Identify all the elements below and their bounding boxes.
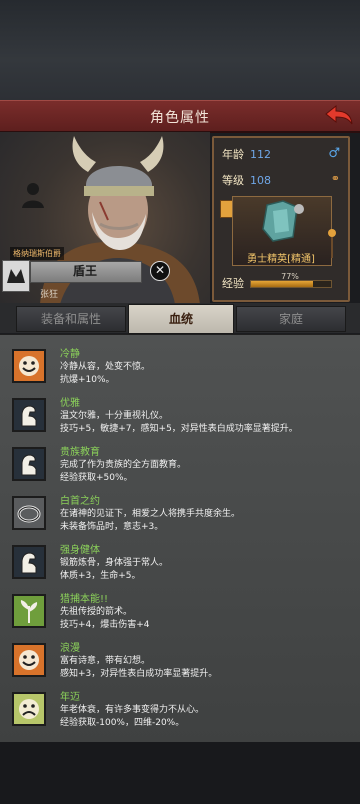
leaf-icon (12, 594, 46, 628)
xp-bar (250, 280, 332, 288)
persona-label: 张狂 (40, 290, 59, 300)
tab-bar: 装备和属性 血统 家庭 (0, 303, 360, 334)
page-title: 角色属性 (150, 110, 210, 126)
trait-row[interactable]: 优雅温文尔雅，十分重视礼仪。技巧+5，敏捷+7，感知+5，对异性表白成功率显著提… (0, 392, 360, 441)
trait-name: 优雅 (60, 398, 80, 409)
tab-bloodline[interactable]: 血统 (128, 304, 234, 334)
class-name: 盾王 (72, 264, 97, 278)
trait-row[interactable]: 年迈年老体衰，有许多事变得力不从心。 经验获取-100%，四维-20%。 (0, 686, 360, 735)
trait-name: 强身健体 (60, 545, 100, 556)
level-row: 等级 108 (222, 172, 271, 188)
title-bar: 角色属性 (0, 100, 360, 133)
trait-effect: 技巧+4，爆击伤害+4 (60, 620, 150, 630)
trait-row[interactable]: 冷静冷静从容，处变不惊。 抗爆+10%。 (0, 343, 360, 392)
trait-name: 贵族教育 (60, 447, 100, 458)
level-label: 等级 (222, 174, 244, 187)
top-band (0, 0, 360, 100)
trait-row[interactable]: 强身健体锻筋炼骨，身体强于常人。 体质+3，生命+5。 (0, 539, 360, 588)
trait-name: 冷静 (60, 349, 80, 360)
trait-row[interactable]: 白首之约在诸神的见证下，相爱之人将携手共度余生。 未装备饰品时，意志+3。 (0, 490, 360, 539)
shield-icon (7, 269, 25, 283)
trait-description: 完成了作为贵族的全方面教育。 (60, 460, 187, 470)
trait-row[interactable]: 浪漫富有诗意，带有幻想。感知+3，对异性表白成功率显著提升。 (0, 637, 360, 686)
tab-equipment[interactable]: 装备和属性 (16, 306, 126, 332)
trait-list: 冷静冷静从容，处变不惊。 抗爆+10%。 优雅温文尔雅，十分重视礼仪。技巧+5，敏捷… (0, 334, 360, 743)
smiley-icon (12, 643, 46, 677)
level-value: 108 (250, 174, 271, 187)
xp-fill (251, 281, 313, 287)
close-icon[interactable]: ✕ (150, 261, 170, 281)
trait-description: 锻筋炼骨，身体强于常人。 (60, 558, 169, 568)
class-emblem (2, 260, 30, 292)
age-label: 年龄 (222, 148, 244, 161)
trait-description: 先祖传授的箭术。 (60, 607, 133, 617)
rank-label: 勇士精英[精通] (247, 254, 315, 265)
silhouette-icon[interactable] (18, 180, 48, 210)
xp-label: 经验 (222, 277, 244, 290)
trait-description: 冷静从容，处变不惊。 (60, 362, 151, 372)
trait-description: 年老体衰，有许多事变得力不从心。 (60, 705, 205, 715)
trait-description: 在诸神的见证下，相爱之人将携手共度余生。 (60, 509, 241, 519)
back-button[interactable] (324, 104, 354, 128)
trait-row[interactable]: 贵族教育完成了作为贵族的全方面教育。 经验获取+50%。 (0, 441, 360, 490)
rings-icon[interactable]: ⚭ (331, 172, 340, 185)
arm-icon (12, 447, 46, 481)
trait-effect: 未装备饰品时，意志+3。 (60, 522, 164, 532)
trait-effect: 经验获取+50%。 (60, 473, 133, 483)
back-arrow-icon (325, 104, 353, 125)
bottom-band (0, 742, 360, 804)
stats-panel: 年龄 112 ♂ 等级 108 ⚭ 勇士精英[精通] 经验 77% (212, 136, 350, 302)
male-icon: ♂ (328, 146, 340, 161)
smiley-icon (12, 349, 46, 383)
trait-effect: 感知+3，对异性表白成功率显著提升。 (60, 669, 218, 679)
age-value: 112 (250, 148, 271, 161)
trait-name: 猎捕本能!! (60, 594, 109, 605)
sad-face-icon (12, 692, 46, 726)
xp-percent: 77% (281, 272, 299, 281)
trait-effect: 体质+3，生命+5。 (60, 571, 141, 581)
ring-icon (12, 496, 46, 530)
trait-effect: 技巧+5，敏捷+7，感知+5，对异性表白成功率显著提升。 (60, 424, 298, 434)
trait-description: 富有诗意，带有幻想。 (60, 656, 151, 666)
trait-name: 白首之约 (60, 496, 100, 507)
trait-name: 浪漫 (60, 643, 80, 654)
trait-effect: 抗爆+10%。 (60, 375, 115, 385)
arm-icon (12, 545, 46, 579)
arm-icon (12, 398, 46, 432)
trait-row[interactable]: 猎捕本能!! 先祖传授的箭术。技巧+4，爆击伤害+4 (0, 588, 360, 637)
tab-family[interactable]: 家庭 (236, 306, 346, 332)
trait-effect: 经验获取-100%，四维-20%。 (60, 718, 185, 728)
age-row: 年龄 112 (222, 146, 271, 162)
trait-name: 年迈 (60, 692, 80, 703)
noble-title: 格纳瑞斯伯爵 (10, 247, 64, 260)
trait-description: 温文尔雅，十分重视礼仪。 (60, 411, 169, 421)
